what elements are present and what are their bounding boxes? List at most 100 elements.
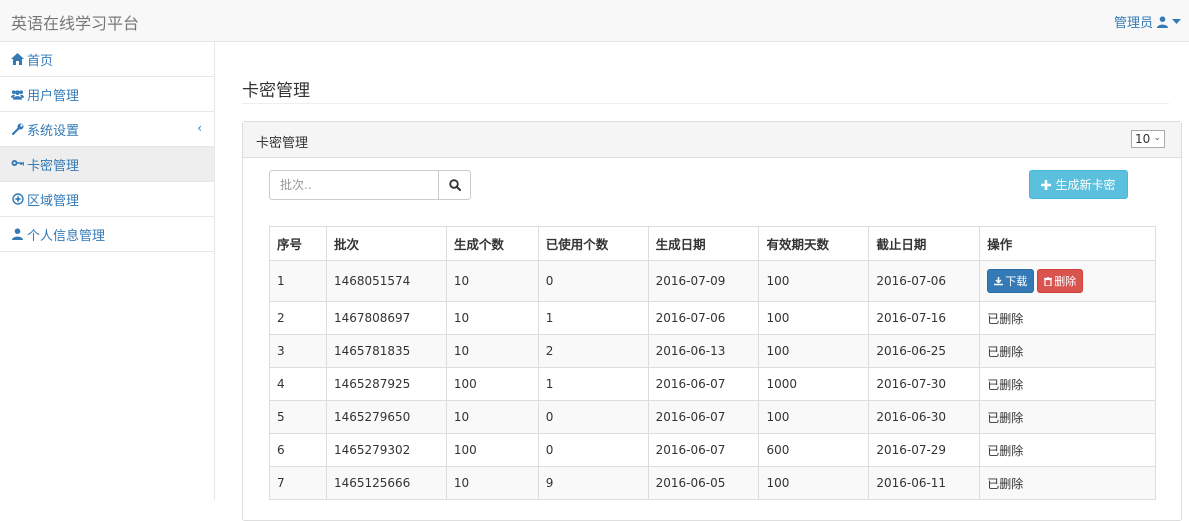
table-row: 5 1465279650 10 0 2016-06-07 100 2016-06… — [269, 400, 1156, 434]
sidebar-item-label: 卡密管理 — [27, 158, 80, 174]
delete-label: 删除 — [1054, 275, 1077, 288]
user-icon — [1157, 15, 1168, 28]
table-row: 2 1467808697 10 1 2016-07-06 100 2016-07… — [269, 301, 1156, 335]
users-icon — [11, 88, 24, 101]
table-row: 3 1465781835 10 2 2016-06-13 100 2016-06… — [269, 334, 1156, 368]
table-cell: 2016-06-25 — [868, 334, 981, 368]
table-cell: 9 — [537, 466, 649, 500]
sidebar-item-label: 首页 — [27, 53, 54, 69]
globe-icon — [11, 193, 24, 206]
table-cell: 0 — [537, 433, 649, 467]
actions-cell: 下载 删除 — [979, 260, 1156, 302]
card-key-table: 序号 批次 生成个数 已使用个数 生成日期 有效期天数 截止日期 操作 1 14… — [269, 226, 1156, 500]
table-cell: 2 — [269, 301, 327, 335]
page-size-select[interactable]: 10 ⌄ — [1131, 130, 1165, 148]
sidebar-item-label: 系统设置 — [27, 123, 80, 139]
search-input[interactable] — [270, 171, 438, 199]
table-row: 4 1465287925 100 1 2016-06-07 1000 2016-… — [269, 367, 1156, 401]
table-cell: 6 — [269, 433, 327, 467]
table-row: 6 1465279302 100 0 2016-06-07 600 2016-0… — [269, 433, 1156, 467]
table-cell: 1465781835 — [325, 334, 447, 368]
delete-button[interactable]: 删除 — [1037, 269, 1084, 293]
table-cell: 3 — [269, 334, 327, 368]
chevron-left-icon[interactable]: ‹ — [197, 121, 202, 135]
sidebar-item-label: 个人信息管理 — [27, 228, 106, 244]
page-title: 卡密管理 — [242, 81, 310, 101]
generate-card-key-button[interactable]: 生成新卡密 — [1029, 170, 1128, 199]
table-cell: 100 — [758, 334, 870, 368]
table-cell: 2016-06-11 — [868, 466, 981, 500]
sidebar: 首页 用户管理 系统设置 ‹ 卡密管理 区域管理 个人信息管理 — [0, 42, 215, 500]
download-label: 下载 — [1005, 275, 1028, 288]
download-button[interactable]: 下载 — [987, 269, 1035, 293]
wrench-icon — [11, 123, 24, 136]
user-icon — [11, 228, 24, 241]
table-cell: 1468051574 — [325, 260, 447, 302]
table-cell: 1465279302 — [325, 433, 447, 467]
app-title[interactable]: 英语在线学习平台 — [11, 10, 139, 34]
status-cell: 已删除 — [979, 334, 1156, 368]
table-cell: 2016-07-06 — [868, 260, 981, 302]
table-cell: 2016-06-30 — [868, 400, 981, 434]
main-content: 卡密管理 卡密管理 10 ⌄ 生成新卡密 — [216, 42, 1189, 521]
table-cell: 10 — [445, 400, 539, 434]
table-cell: 100 — [758, 466, 870, 500]
table-cell: 0 — [537, 260, 649, 302]
table-cell: 100 — [758, 260, 870, 302]
user-menu[interactable]: 管理员 — [1114, 12, 1181, 31]
table-cell: 1467808697 — [325, 301, 447, 335]
home-icon — [11, 53, 24, 66]
plus-icon — [1041, 179, 1052, 190]
table-cell: 1 — [537, 367, 649, 401]
sidebar-item-card-keys[interactable]: 卡密管理 — [0, 147, 214, 182]
column-header: 序号 — [269, 226, 327, 261]
batch-search — [269, 170, 471, 200]
table-cell: 2016-07-06 — [647, 301, 760, 335]
table-cell: 2016-06-07 — [647, 433, 760, 467]
table-cell: 0 — [537, 400, 649, 434]
status-cell: 已删除 — [979, 301, 1156, 335]
sidebar-item-label: 区域管理 — [27, 193, 80, 209]
table-cell: 100 — [445, 367, 539, 401]
sidebar-item-profile[interactable]: 个人信息管理 — [0, 217, 214, 252]
table-cell: 10 — [445, 301, 539, 335]
status-cell: 已删除 — [979, 466, 1156, 500]
table-cell: 100 — [758, 301, 870, 335]
status-cell: 已删除 — [979, 400, 1156, 434]
table-header-row: 序号 批次 生成个数 已使用个数 生成日期 有效期天数 截止日期 操作 — [269, 226, 1156, 261]
table-cell: 100 — [445, 433, 539, 467]
table-cell: 1 — [537, 301, 649, 335]
column-header: 截止日期 — [868, 226, 981, 261]
table-cell: 100 — [758, 400, 870, 434]
column-header: 生成日期 — [647, 226, 760, 261]
table-cell: 10 — [445, 260, 539, 302]
table-cell: 2016-07-30 — [868, 367, 981, 401]
table-cell: 2016-06-13 — [647, 334, 760, 368]
column-header: 批次 — [325, 226, 447, 261]
table-cell: 2016-07-29 — [868, 433, 981, 467]
sidebar-item-settings[interactable]: 系统设置 ‹ — [0, 112, 214, 147]
table-cell: 1465279650 — [325, 400, 447, 434]
trash-icon — [1044, 276, 1053, 286]
table-cell: 600 — [758, 433, 870, 467]
table-cell: 5 — [269, 400, 327, 434]
table-cell: 7 — [269, 466, 327, 500]
sidebar-item-users[interactable]: 用户管理 — [0, 77, 214, 112]
search-icon — [448, 179, 461, 191]
search-button[interactable] — [438, 171, 470, 199]
chevron-down-icon: ⌄ — [1153, 133, 1161, 143]
download-icon — [994, 276, 1004, 285]
generate-label: 生成新卡密 — [1055, 178, 1116, 192]
sidebar-item-home[interactable]: 首页 — [0, 42, 214, 77]
sidebar-item-regions[interactable]: 区域管理 — [0, 182, 214, 217]
table-cell: 4 — [269, 367, 327, 401]
table-cell: 1 — [269, 260, 327, 302]
title-divider — [242, 103, 1169, 104]
panel-heading: 卡密管理 10 ⌄ — [243, 122, 1181, 158]
table-cell: 2016-07-16 — [868, 301, 981, 335]
sidebar-item-label: 用户管理 — [27, 88, 80, 104]
table-cell: 1465287925 — [325, 367, 447, 401]
top-navbar: 英语在线学习平台 管理员 — [0, 0, 1189, 42]
table-cell: 2016-06-07 — [647, 400, 760, 434]
column-header: 操作 — [979, 226, 1156, 261]
